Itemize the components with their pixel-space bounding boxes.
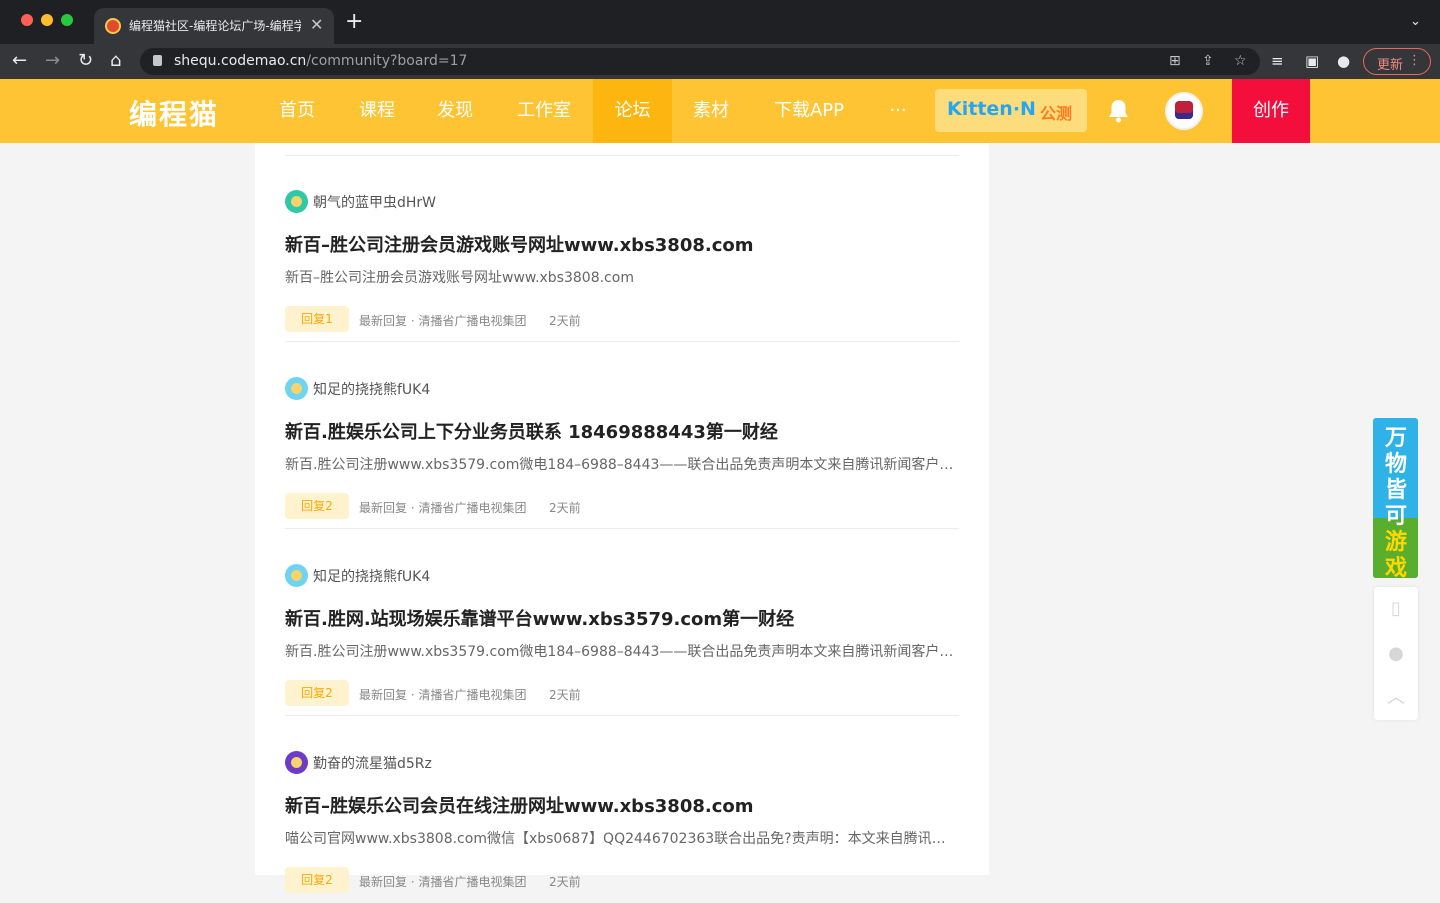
qq-icon[interactable]: ● xyxy=(1374,632,1418,676)
tab-title: 编程猫社区-编程论坛广场-编程学 xyxy=(129,19,301,33)
post-time: 2天前 xyxy=(549,314,581,328)
kitten-n-label: Kitten·N xyxy=(947,98,1036,120)
latest-reply-info: 最新回复 · 清播省广播电视集团 xyxy=(359,501,527,515)
post-title[interactable]: 新百.胜网.站现场娱乐靠谱平台www.xbs3579.com第一财经 xyxy=(285,605,794,631)
share-icon[interactable]: ⇪ xyxy=(1202,53,1214,69)
nav-discover[interactable]: 发现 xyxy=(420,79,490,143)
minimize-window-button[interactable] xyxy=(41,14,53,26)
kitten-n-badge: 公测 xyxy=(1040,104,1073,123)
nav-more[interactable]: ··· xyxy=(876,79,920,143)
post-time: 2天前 xyxy=(549,875,581,889)
post-title[interactable]: 新百–胜公司注册会员游戏账号网址www.xbs3808.com xyxy=(285,231,754,257)
reload-icon[interactable]: ↻ xyxy=(78,50,93,72)
browser-tab-bar: 编程猫社区-编程论坛广场-编程学 ✕ + ⌄ xyxy=(0,0,1440,44)
kitten-n-banner[interactable]: Kitten·N 公测 xyxy=(935,89,1087,132)
reply-count-badge: 回复1 xyxy=(285,306,349,332)
author-avatar[interactable] xyxy=(285,377,308,400)
reply-count-badge: 回复2 xyxy=(285,680,349,706)
tab-search-chevron-icon[interactable]: ⌄ xyxy=(1410,14,1421,29)
author-avatar[interactable] xyxy=(285,564,308,587)
author-name[interactable]: 知足的挠挠熊fUK4 xyxy=(313,379,430,399)
nav-home[interactable]: 首页 xyxy=(262,79,332,143)
side-toolbar: ▯ ● ︿ xyxy=(1374,587,1418,720)
banner-text: 万物皆可 游戏 xyxy=(1383,426,1409,578)
mobile-app-icon[interactable]: ▯ xyxy=(1374,587,1418,631)
nav-forum[interactable]: 论坛 xyxy=(593,79,672,143)
notification-bell-icon[interactable] xyxy=(1108,99,1129,123)
address-bar[interactable]: shequ.codemao.cn/community?board=17 ⊞ ⇪ … xyxy=(140,48,1260,75)
reply-count-badge: 回复2 xyxy=(285,867,349,893)
site-logo[interactable]: 编程猫 xyxy=(129,93,219,133)
nav-studio[interactable]: 工作室 xyxy=(504,79,584,143)
nav-download-app[interactable]: 下载APP xyxy=(764,79,854,143)
author-name[interactable]: 知足的挠挠熊fUK4 xyxy=(313,566,430,586)
bookmark-star-icon[interactable]: ☆ xyxy=(1234,53,1247,69)
profile-icon[interactable]: ● xyxy=(1337,52,1350,70)
post-time: 2天前 xyxy=(549,501,581,515)
post-item[interactable]: 朝气的蓝甲虫dHrW 新百–胜公司注册会员游戏账号网址www.xbs3808.c… xyxy=(285,155,959,342)
forward-arrow-icon[interactable]: → xyxy=(45,50,60,72)
post-item[interactable]: 知足的挠挠熊fUK4 新百.胜网.站现场娱乐靠谱平台www.xbs3579.co… xyxy=(285,529,959,716)
home-icon[interactable]: ⌂ xyxy=(110,50,121,72)
close-tab-icon[interactable]: ✕ xyxy=(310,15,323,34)
author-avatar[interactable] xyxy=(285,190,308,213)
game-promo-banner[interactable]: 万物皆可 游戏 xyxy=(1373,418,1418,578)
back-to-top-icon[interactable]: ︿ xyxy=(1374,676,1418,720)
lock-icon[interactable] xyxy=(153,55,162,66)
latest-reply-info: 最新回复 · 清播省广播电视集团 xyxy=(359,688,527,702)
media-control-icon[interactable]: ≡ xyxy=(1271,52,1284,70)
nav-materials[interactable]: 素材 xyxy=(676,79,746,143)
author-avatar[interactable] xyxy=(285,751,308,774)
user-avatar[interactable] xyxy=(1165,92,1203,130)
browser-toolbar: ← → ↻ ⌂ shequ.codemao.cn/community?board… xyxy=(0,44,1440,79)
nav-courses[interactable]: 课程 xyxy=(342,79,412,143)
create-button[interactable]: 创作 xyxy=(1232,79,1310,143)
url-text[interactable]: shequ.codemao.cn/community?board=17 xyxy=(174,53,467,69)
banner-line2: 游戏 xyxy=(1384,530,1407,578)
post-list: 朝气的蓝甲虫dHrW 新百–胜公司注册会员游戏账号网址www.xbs3808.c… xyxy=(255,143,989,893)
author-name[interactable]: 朝气的蓝甲虫dHrW xyxy=(313,192,436,212)
banner-line1: 万物皆可 xyxy=(1384,426,1407,529)
side-panel-icon[interactable]: ▣ xyxy=(1305,52,1319,70)
post-title[interactable]: 新百.胜娱乐公司上下分业务员联系 18469888443第一财经 xyxy=(285,418,778,444)
reply-count-badge: 回复2 xyxy=(285,493,349,519)
update-button[interactable]: 更新 ⋮ xyxy=(1363,48,1431,75)
maximize-window-button[interactable] xyxy=(61,14,73,26)
site-header: 编程猫 首页 课程 发现 工作室 论坛 素材 下载APP ··· Kitten·… xyxy=(0,79,1440,143)
latest-reply-info: 最新回复 · 清播省广播电视集团 xyxy=(359,875,527,889)
post-excerpt: 新百.胜公司注册www.xbs3579.com微电184–6988–8443——… xyxy=(285,644,959,660)
post-time: 2天前 xyxy=(549,688,581,702)
close-window-button[interactable] xyxy=(21,14,33,26)
browser-tab-active[interactable]: 编程猫社区-编程论坛广场-编程学 ✕ xyxy=(94,8,334,44)
translate-icon[interactable]: ⊞ xyxy=(1169,53,1181,69)
post-title[interactable]: 新百–胜娱乐公司会员在线注册网址www.xbs3808.com xyxy=(285,792,754,818)
post-excerpt: 喵公司官网www.xbs3808.com微信【xbs0687】QQ2446702… xyxy=(285,831,959,847)
latest-reply-info: 最新回复 · 清播省广播电视集团 xyxy=(359,314,527,328)
site-favicon-icon xyxy=(105,18,121,34)
post-item[interactable]: 知足的挠挠熊fUK4 新百.胜娱乐公司上下分业务员联系 18469888443第… xyxy=(285,342,959,529)
new-tab-icon[interactable]: + xyxy=(345,11,363,33)
more-menu-icon[interactable]: ⋮ xyxy=(1408,53,1421,68)
post-excerpt: 新百.胜公司注册www.xbs3579.com微电184–6988–8443——… xyxy=(285,457,959,473)
author-name[interactable]: 勤奋的流星猫d5Rz xyxy=(313,753,432,773)
back-arrow-icon[interactable]: ← xyxy=(12,50,27,72)
post-excerpt: 新百–胜公司注册会员游戏账号网址www.xbs3808.com xyxy=(285,270,634,286)
update-label: 更新 xyxy=(1377,58,1404,73)
